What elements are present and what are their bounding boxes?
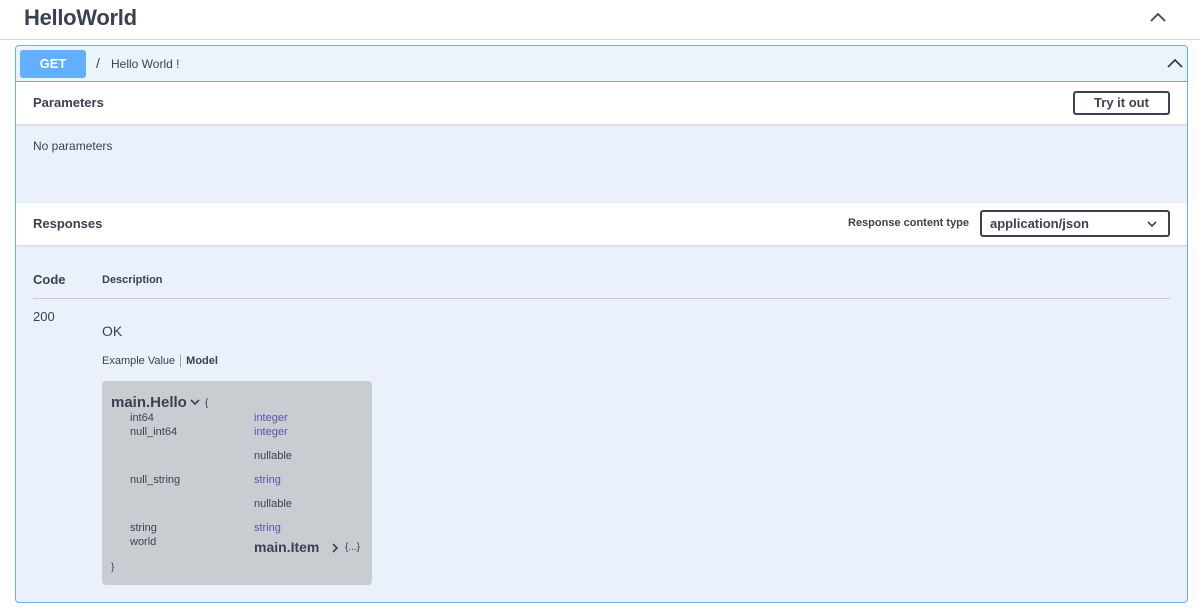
chevron-down-icon[interactable] [190, 397, 200, 407]
try-it-out-button[interactable]: Try it out [1073, 91, 1170, 115]
responses-header: Responses Response content type applicat… [16, 203, 1187, 245]
response-code: 200 [33, 309, 55, 324]
property-name: world [130, 536, 157, 548]
parameters-header: Parameters Try it out [16, 82, 1187, 124]
tag-section-header[interactable]: HelloWorld [0, 0, 1200, 40]
property-name: string [130, 522, 157, 534]
model-tab[interactable]: Model [186, 355, 218, 367]
property-type: integer [254, 426, 288, 438]
content-type-select[interactable]: application/json [980, 210, 1170, 237]
responses-title: Responses [33, 216, 103, 231]
open-brace: { [205, 398, 209, 409]
property-type: string [254, 474, 281, 486]
tab-separator [180, 355, 182, 368]
chevron-down-icon [1147, 221, 1157, 228]
operation-summary[interactable]: GET / Hello World ! [16, 46, 1187, 82]
content-type-label: Response content type [848, 217, 970, 229]
parameters-title: Parameters [33, 95, 104, 110]
section-title: HelloWorld [24, 5, 137, 30]
header-divider [33, 298, 1170, 299]
example-value-tab[interactable]: Example Value [102, 355, 175, 367]
close-brace: } [111, 562, 115, 573]
property-name: null_int64 [130, 426, 178, 438]
collapsed-model[interactable]: {...} [345, 542, 360, 553]
method-badge: GET [20, 50, 86, 78]
response-description: OK [102, 323, 123, 339]
model-box: main.Hello { int64 integer null_int64 in… [102, 381, 372, 585]
property-nullable: nullable [254, 498, 292, 510]
model-name[interactable]: main.Hello [111, 394, 187, 411]
chevron-up-icon[interactable] [1148, 8, 1168, 28]
model-tabs: Example Value Model [102, 355, 218, 368]
property-name: null_string [130, 474, 181, 486]
operation-path: / [96, 55, 100, 71]
property-name: int64 [130, 412, 154, 424]
content-type-value: application/json [990, 216, 1089, 231]
no-parameters-text: No parameters [33, 139, 113, 153]
chevron-up-icon[interactable] [1166, 55, 1184, 73]
operation-block: GET / Hello World ! Parameters Try it ou… [15, 45, 1188, 603]
model-ref-link[interactable]: main.Item [254, 539, 319, 555]
property-nullable: nullable [254, 450, 292, 462]
property-type: integer [254, 412, 288, 424]
property-type: string [254, 522, 281, 534]
chevron-right-icon[interactable] [331, 543, 339, 553]
code-column-header: Code [33, 272, 66, 287]
operation-summary-text: Hello World ! [111, 57, 180, 71]
description-column-header: Description [102, 274, 163, 286]
